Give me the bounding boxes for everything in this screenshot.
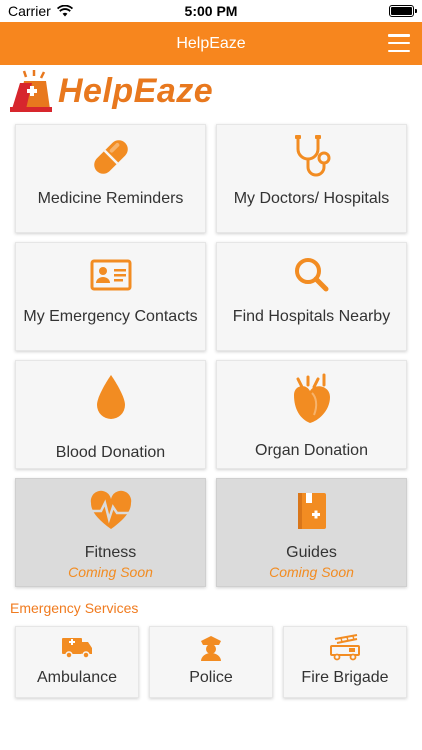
fire-truck-icon <box>329 633 361 661</box>
pill-icon <box>87 133 135 181</box>
service-label: Police <box>189 669 233 686</box>
card-label: Guides <box>286 544 337 561</box>
menu-line <box>388 49 410 52</box>
menu-line <box>388 41 410 45</box>
status-left: Carrier <box>8 3 73 19</box>
hamburger-menu-button[interactable] <box>388 34 410 52</box>
service-label: Ambulance <box>36 669 118 686</box>
navbar: HelpEaze <box>0 22 422 65</box>
wifi-icon <box>56 5 73 17</box>
status-bar: Carrier 5:00 PM <box>0 0 422 22</box>
card-label: Medicine Reminders <box>37 190 184 207</box>
find-hospitals-card[interactable]: Find Hospitals Nearby <box>216 242 407 351</box>
page-title: HelpEaze <box>176 34 246 52</box>
battery-icon <box>389 5 417 17</box>
emergency-contacts-card[interactable]: My Emergency Contacts <box>15 242 206 351</box>
card-label: Fitness <box>84 544 137 561</box>
search-icon <box>288 251 336 299</box>
logo-text: HelpEaze <box>58 71 214 110</box>
guide-book-icon <box>292 487 332 535</box>
service-label: Fire Brigade <box>301 669 389 686</box>
police-icon <box>197 633 225 661</box>
menu-line <box>388 34 410 37</box>
organ-donation-card[interactable]: Organ Donation <box>216 360 407 469</box>
fitness-card[interactable]: Fitness Coming Soon <box>15 478 206 587</box>
my-doctors-hospitals-card[interactable]: My Doctors/ Hospitals <box>216 124 407 233</box>
contact-card-icon <box>87 251 135 299</box>
app-logo: HelpEaze <box>10 68 213 114</box>
emergency-services-title: Emergency Services <box>10 600 139 616</box>
medicine-reminders-card[interactable]: Medicine Reminders <box>15 124 206 233</box>
stethoscope-icon <box>288 133 336 181</box>
carrier-label: Carrier <box>8 3 51 19</box>
card-label: My Doctors/ Hospitals <box>233 190 390 207</box>
organ-heart-icon <box>284 369 340 429</box>
ambulance-icon <box>60 633 94 661</box>
coming-soon-label: Coming Soon <box>269 564 354 580</box>
siren-logo-icon <box>10 70 52 112</box>
police-button[interactable]: Police <box>149 626 273 698</box>
card-label: Blood Donation <box>55 444 166 461</box>
card-label: My Emergency Contacts <box>23 308 198 325</box>
blood-donation-card[interactable]: Blood Donation <box>15 360 206 469</box>
ambulance-button[interactable]: Ambulance <box>15 626 139 698</box>
coming-soon-label: Coming Soon <box>68 564 153 580</box>
heartbeat-icon <box>87 487 135 535</box>
guides-card[interactable]: Guides Coming Soon <box>216 478 407 587</box>
blood-drop-icon <box>87 369 135 429</box>
fire-brigade-button[interactable]: Fire Brigade <box>283 626 407 698</box>
card-label: Find Hospitals Nearby <box>232 308 391 325</box>
card-label: Organ Donation <box>255 442 368 459</box>
